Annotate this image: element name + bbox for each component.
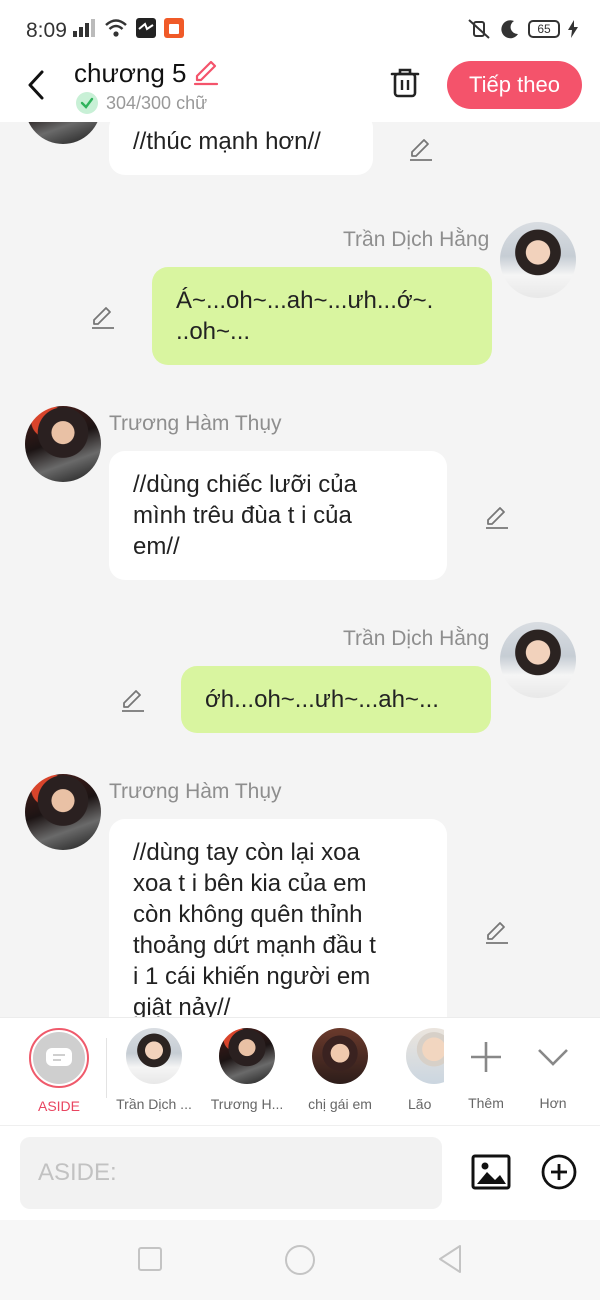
avatar-truong-ham-thuy[interactable]: [25, 122, 101, 144]
character-lao[interactable]: Lão: [398, 1028, 444, 1112]
edit-message-icon[interactable]: [408, 136, 434, 162]
speaker-name: Trần Dịch Hằng: [343, 228, 490, 251]
speaker-name: Trương Hàm Thụy: [109, 412, 282, 435]
plus-icon: [471, 1042, 501, 1072]
edit-message-icon[interactable]: [90, 304, 116, 330]
avatar-truong-ham-thuy[interactable]: [25, 406, 101, 482]
character-aside[interactable]: ASIDE: [14, 1028, 104, 1114]
character-chi-gai-em[interactable]: chị gái em: [295, 1028, 385, 1112]
status-icons-left: [72, 18, 184, 38]
input-bar: [0, 1125, 600, 1220]
signal-icon: [73, 19, 95, 37]
character-label: ASIDE: [37, 1098, 80, 1114]
avatar: [406, 1028, 444, 1084]
message-bubble[interactable]: //dùng tay còn lại xoa xoa t i bên kia c…: [109, 819, 447, 1017]
avatar: [219, 1028, 275, 1084]
add-circle-icon[interactable]: [540, 1153, 578, 1191]
message-bubble[interactable]: ớh...oh~...ưh~...ah~...: [181, 666, 491, 733]
character-tran-dich-hang[interactable]: Trần Dịch ...: [109, 1028, 199, 1112]
edit-message-icon[interactable]: [120, 687, 146, 713]
message-bubble[interactable]: Á~...oh~...ah~...ưh...ớ~. ..oh~...: [152, 267, 492, 365]
image-icon[interactable]: [471, 1152, 511, 1192]
avatar: [126, 1028, 182, 1084]
back-icon[interactable]: [24, 68, 52, 102]
home-icon[interactable]: [284, 1244, 316, 1276]
message-bubble[interactable]: //thúc mạnh hơn//: [109, 122, 373, 175]
edit-message-icon[interactable]: [484, 919, 510, 945]
aside-avatar: [29, 1028, 89, 1088]
word-count: 304/300 chữ: [106, 93, 208, 113]
recent-apps-icon[interactable]: [138, 1247, 162, 1271]
system-nav-bar: [0, 1220, 600, 1300]
silent-icon: [468, 19, 490, 39]
character-label: Trần Dịch ...: [116, 1096, 192, 1112]
app-notification-icon: [136, 18, 156, 38]
chat-area[interactable]: //thúc mạnh hơn// Trần Dịch Hằng Á~...oh…: [0, 122, 600, 1017]
character-label: Trương H...: [210, 1096, 284, 1112]
speaker-name: Trần Dịch Hằng: [343, 627, 490, 650]
expand-characters-button[interactable]: Hơn: [508, 1028, 598, 1111]
character-truong-ham-thuy[interactable]: Trương H...: [202, 1028, 292, 1112]
message-input[interactable]: [20, 1137, 442, 1209]
back-nav-icon[interactable]: [436, 1244, 464, 1274]
delete-icon[interactable]: [388, 66, 422, 100]
character-label: chị gái em: [308, 1096, 372, 1112]
avatar: [312, 1028, 368, 1084]
wifi-icon: [105, 19, 127, 37]
character-label: Lão: [408, 1096, 432, 1112]
shop-notification-icon: [164, 18, 184, 38]
chapter-header: chương 5 304/300 chữ Tiếp theo: [0, 58, 600, 122]
chevron-down-icon: [538, 1049, 568, 1066]
chat-bubble-icon: [46, 1048, 72, 1066]
status-bar: 8:09 65: [0, 0, 600, 58]
moon-icon: [501, 20, 518, 39]
avatar-tran-dich-hang[interactable]: [500, 222, 576, 298]
character-selector: ASIDE Trần Dịch ... Trương H... chị gái …: [0, 1017, 600, 1125]
message-bubble[interactable]: //dùng chiếc lưỡi của mình trêu đùa t i …: [109, 451, 447, 580]
status-time: 8:09: [26, 19, 67, 42]
divider: [106, 1038, 107, 1098]
battery-icon: 65: [528, 20, 560, 38]
charging-icon: [568, 20, 578, 38]
avatar-tran-dich-hang[interactable]: [500, 622, 576, 698]
status-icons-right: 65: [466, 18, 578, 40]
edit-message-icon[interactable]: [484, 504, 510, 530]
check-icon: [76, 92, 98, 114]
speaker-name: Trương Hàm Thụy: [109, 780, 282, 803]
next-button[interactable]: Tiếp theo: [447, 61, 582, 109]
avatar-truong-ham-thuy[interactable]: [25, 774, 101, 850]
edit-title-icon[interactable]: [192, 58, 220, 86]
chapter-title[interactable]: chương 5: [74, 58, 187, 89]
expand-label: Hơn: [539, 1095, 567, 1111]
